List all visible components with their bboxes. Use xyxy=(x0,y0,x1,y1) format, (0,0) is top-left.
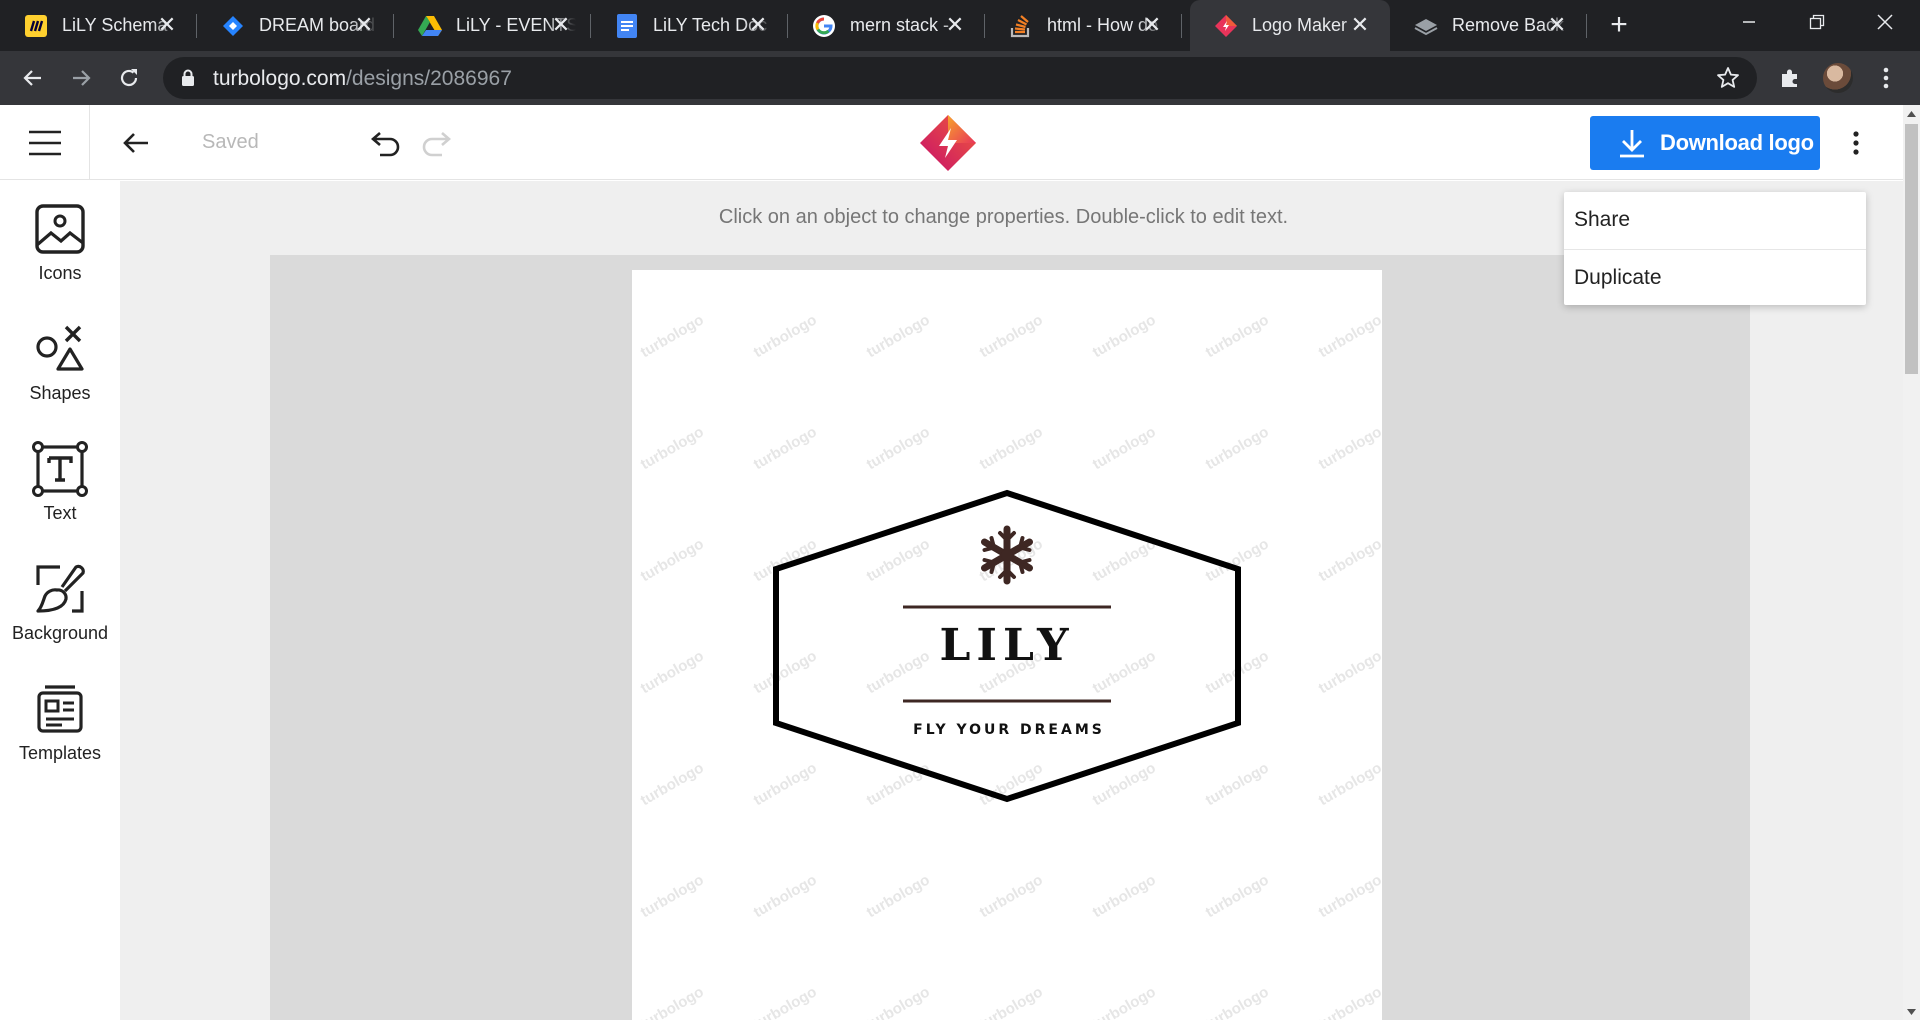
menu-button[interactable] xyxy=(0,105,90,180)
logo-artboard[interactable]: turbologo LILY FLY YOUR DREAMS xyxy=(632,270,1382,1020)
close-icon[interactable]: ✕ xyxy=(1140,13,1164,37)
minimize-button[interactable] xyxy=(1714,0,1784,44)
logo-name[interactable]: LILY xyxy=(939,620,1074,671)
sidebar-item-templates[interactable]: Templates xyxy=(0,661,120,771)
arrow-right-icon xyxy=(73,70,91,86)
browser-tab[interactable]: mern stack - ✕ xyxy=(788,0,985,51)
tools-sidebar: Icons Shapes Text Background Templates xyxy=(0,181,120,1020)
sidebar-item-label: Text xyxy=(43,503,77,523)
menu-item-duplicate[interactable]: Duplicate xyxy=(1564,249,1866,305)
download-logo-button[interactable]: Download logo xyxy=(1590,116,1820,170)
sidebar-item-label: Shapes xyxy=(29,383,91,403)
close-icon[interactable]: ✕ xyxy=(352,13,376,37)
text-icon xyxy=(32,441,88,497)
browser-menu-button[interactable] xyxy=(1869,61,1903,95)
back-button[interactable] xyxy=(118,125,154,161)
sidebar-item-background[interactable]: Background xyxy=(0,541,120,651)
lock-icon xyxy=(181,69,195,92)
avatar xyxy=(1823,63,1853,93)
bookmark-star-icon[interactable] xyxy=(1715,65,1741,96)
turbologo-logo[interactable] xyxy=(918,113,978,173)
close-window-button[interactable] xyxy=(1850,0,1920,44)
kebab-menu-icon xyxy=(1883,67,1889,89)
browser-tab[interactable]: LiLY Schema ✕ xyxy=(0,0,197,51)
browser-tab[interactable]: html - How do ✕ xyxy=(985,0,1182,51)
browser-tab[interactable]: Remove Back ✕ xyxy=(1390,0,1587,51)
turbologo-icon xyxy=(1214,14,1238,38)
sidebar-item-label: Templates xyxy=(18,743,102,763)
back-button[interactable] xyxy=(16,61,50,95)
sidebar-item-shapes[interactable]: Shapes xyxy=(0,301,120,411)
restore-button[interactable] xyxy=(1782,0,1852,44)
reload-icon xyxy=(120,69,138,87)
browser-toolbar: turbologo.com/designs/2086967 xyxy=(0,51,1920,105)
redo-button[interactable] xyxy=(418,125,454,161)
close-icon[interactable]: ✕ xyxy=(943,13,967,37)
close-icon[interactable]: ✕ xyxy=(1348,13,1372,37)
caret-up-icon xyxy=(1907,110,1916,117)
address-bar[interactable]: turbologo.com/designs/2086967 xyxy=(163,57,1757,99)
layers-icon xyxy=(1414,14,1438,38)
tab-separator xyxy=(1181,14,1182,38)
hamburger-icon xyxy=(28,130,61,155)
google-icon xyxy=(812,14,836,38)
app-header: Saved Download logo xyxy=(0,105,1903,180)
undo-button[interactable] xyxy=(368,125,404,161)
kebab-menu-icon xyxy=(1853,131,1859,155)
save-status: Saved xyxy=(202,131,259,153)
browser-tab-active[interactable]: Logo Maker ✕ xyxy=(1190,0,1390,51)
logo-tagline[interactable]: FLY YOUR DREAMS xyxy=(913,722,1105,738)
extensions-button[interactable] xyxy=(1773,61,1807,95)
arrow-left-icon xyxy=(123,133,148,153)
close-icon[interactable]: ✕ xyxy=(155,13,179,37)
close-icon xyxy=(1877,14,1893,30)
new-tab-button[interactable]: + xyxy=(1603,10,1635,42)
redo-icon xyxy=(422,132,451,157)
brush-icon xyxy=(32,561,88,617)
tab-separator xyxy=(1586,14,1587,38)
scroll-down-button[interactable] xyxy=(1903,1003,1920,1020)
scroll-up-button[interactable] xyxy=(1903,105,1920,122)
caret-down-icon xyxy=(1907,1008,1916,1015)
shapes-icon xyxy=(32,321,88,377)
scroll-thumb[interactable] xyxy=(1905,124,1918,374)
close-icon[interactable]: ✕ xyxy=(549,13,573,37)
miro-icon xyxy=(24,14,48,38)
download-icon xyxy=(1620,130,1644,158)
puzzle-icon xyxy=(1782,69,1797,87)
more-options-menu: Share Duplicate xyxy=(1564,192,1866,305)
menu-item-share[interactable]: Share xyxy=(1564,192,1866,248)
jira-icon xyxy=(221,14,245,38)
url-text: turbologo.com/designs/2086967 xyxy=(213,67,512,91)
close-icon[interactable]: ✕ xyxy=(746,13,770,37)
docs-icon xyxy=(615,13,639,38)
logo-design[interactable]: LILY FLY YOUR DREAMS xyxy=(632,270,1382,1020)
profile-button[interactable] xyxy=(1821,61,1855,95)
arrow-left-icon xyxy=(23,70,41,86)
page-scrollbar[interactable] xyxy=(1903,105,1920,1020)
minimize-icon xyxy=(1743,21,1755,23)
drive-icon xyxy=(418,14,442,38)
reload-button[interactable] xyxy=(112,61,146,95)
sidebar-item-icons[interactable]: Icons xyxy=(0,181,120,291)
stackoverflow-icon xyxy=(1009,14,1033,38)
url-host: turbologo.com xyxy=(213,67,347,90)
sidebar-item-label: Icons xyxy=(38,263,82,283)
image-icon xyxy=(32,201,88,257)
browser-tab[interactable]: LiLY Tech Doc ✕ xyxy=(591,0,788,51)
undo-icon xyxy=(371,132,400,157)
forward-button[interactable] xyxy=(64,61,98,95)
snowflake-icon[interactable] xyxy=(981,525,1033,585)
sidebar-item-label: Background xyxy=(11,623,109,643)
more-options-button[interactable] xyxy=(1840,125,1872,161)
restore-icon xyxy=(1809,14,1825,30)
browser-tab[interactable]: LiLY - EVENTS ✕ xyxy=(394,0,591,51)
download-logo-label: Download logo xyxy=(1660,130,1814,155)
templates-icon xyxy=(32,681,88,737)
browser-tab-strip: LiLY Schema ✕ DREAM board ✕ LiLY - EVENT… xyxy=(0,0,1920,51)
browser-tab[interactable]: DREAM board ✕ xyxy=(197,0,394,51)
url-path: /designs/2086967 xyxy=(346,67,512,90)
close-icon[interactable]: ✕ xyxy=(1545,13,1569,37)
sidebar-item-text[interactable]: Text xyxy=(0,421,120,531)
